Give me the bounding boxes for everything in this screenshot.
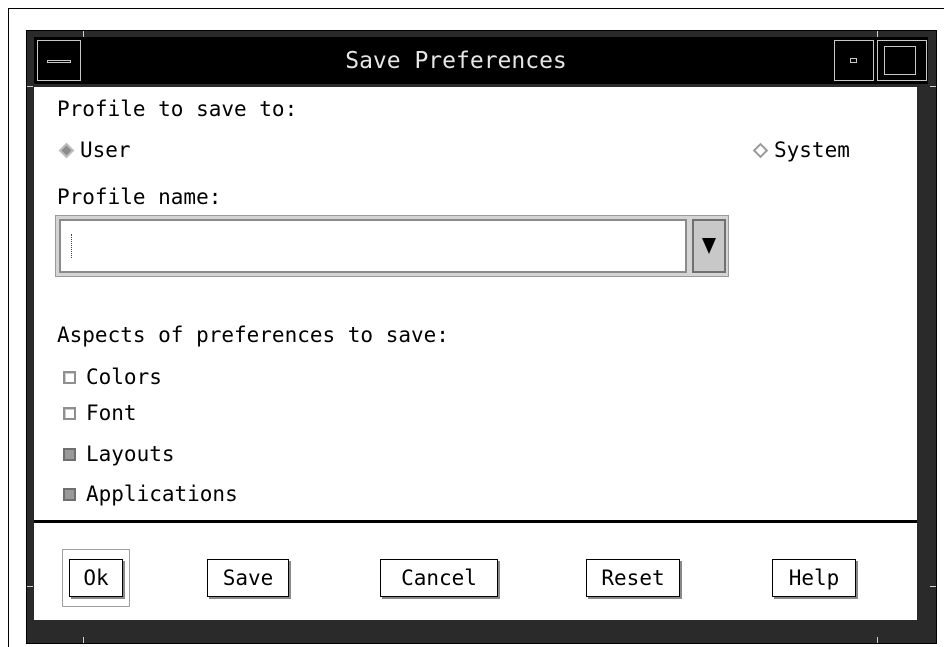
reset-button[interactable]: Reset (586, 559, 680, 597)
maximize-icon (884, 46, 916, 75)
checkbox-checked-icon (63, 487, 76, 501)
checkbox-applications[interactable]: Applications (57, 481, 238, 507)
cancel-button[interactable]: Cancel (380, 559, 498, 597)
radio-selected-icon (58, 142, 75, 158)
radio-user[interactable]: User (55, 137, 131, 163)
maximize-button[interactable] (877, 40, 927, 81)
dropdown-button[interactable] (692, 219, 726, 273)
button-area-divider (34, 520, 917, 523)
profile-name-label: Profile name: (57, 185, 222, 209)
checkbox-unchecked-icon (63, 406, 76, 420)
radio-user-label: User (80, 138, 131, 162)
system-menu-icon (47, 60, 71, 63)
minimize-button[interactable] (834, 40, 874, 81)
ok-button[interactable]: Ok (69, 559, 123, 597)
profile-name-combobox[interactable] (55, 215, 729, 277)
help-button[interactable]: Help (772, 559, 856, 597)
dialog-body (34, 87, 917, 620)
dropdown-arrow-icon (702, 238, 716, 254)
system-menu-button[interactable] (37, 40, 81, 81)
checkbox-font-label: Font (86, 401, 137, 425)
window-title: Save Preferences (345, 47, 567, 74)
aspects-section-label: Aspects of preferences to save: (57, 323, 449, 347)
radio-unselected-icon (752, 142, 769, 158)
checkbox-layouts[interactable]: Layouts (57, 441, 175, 467)
profile-section-label: Profile to save to: (57, 97, 298, 121)
text-cursor-icon (71, 234, 73, 258)
radio-system[interactable]: System (749, 137, 850, 163)
checkbox-unchecked-icon (63, 370, 76, 384)
checkbox-colors-label: Colors (86, 365, 162, 389)
profile-name-input[interactable] (59, 219, 687, 273)
checkbox-font[interactable]: Font (57, 400, 137, 426)
save-button[interactable]: Save (207, 559, 289, 597)
checkbox-checked-icon (63, 447, 76, 461)
checkbox-layouts-label: Layouts (86, 442, 175, 466)
radio-system-label: System (774, 138, 850, 162)
minimize-icon (850, 58, 857, 63)
checkbox-applications-label: Applications (86, 482, 238, 506)
checkbox-colors[interactable]: Colors (57, 364, 162, 390)
